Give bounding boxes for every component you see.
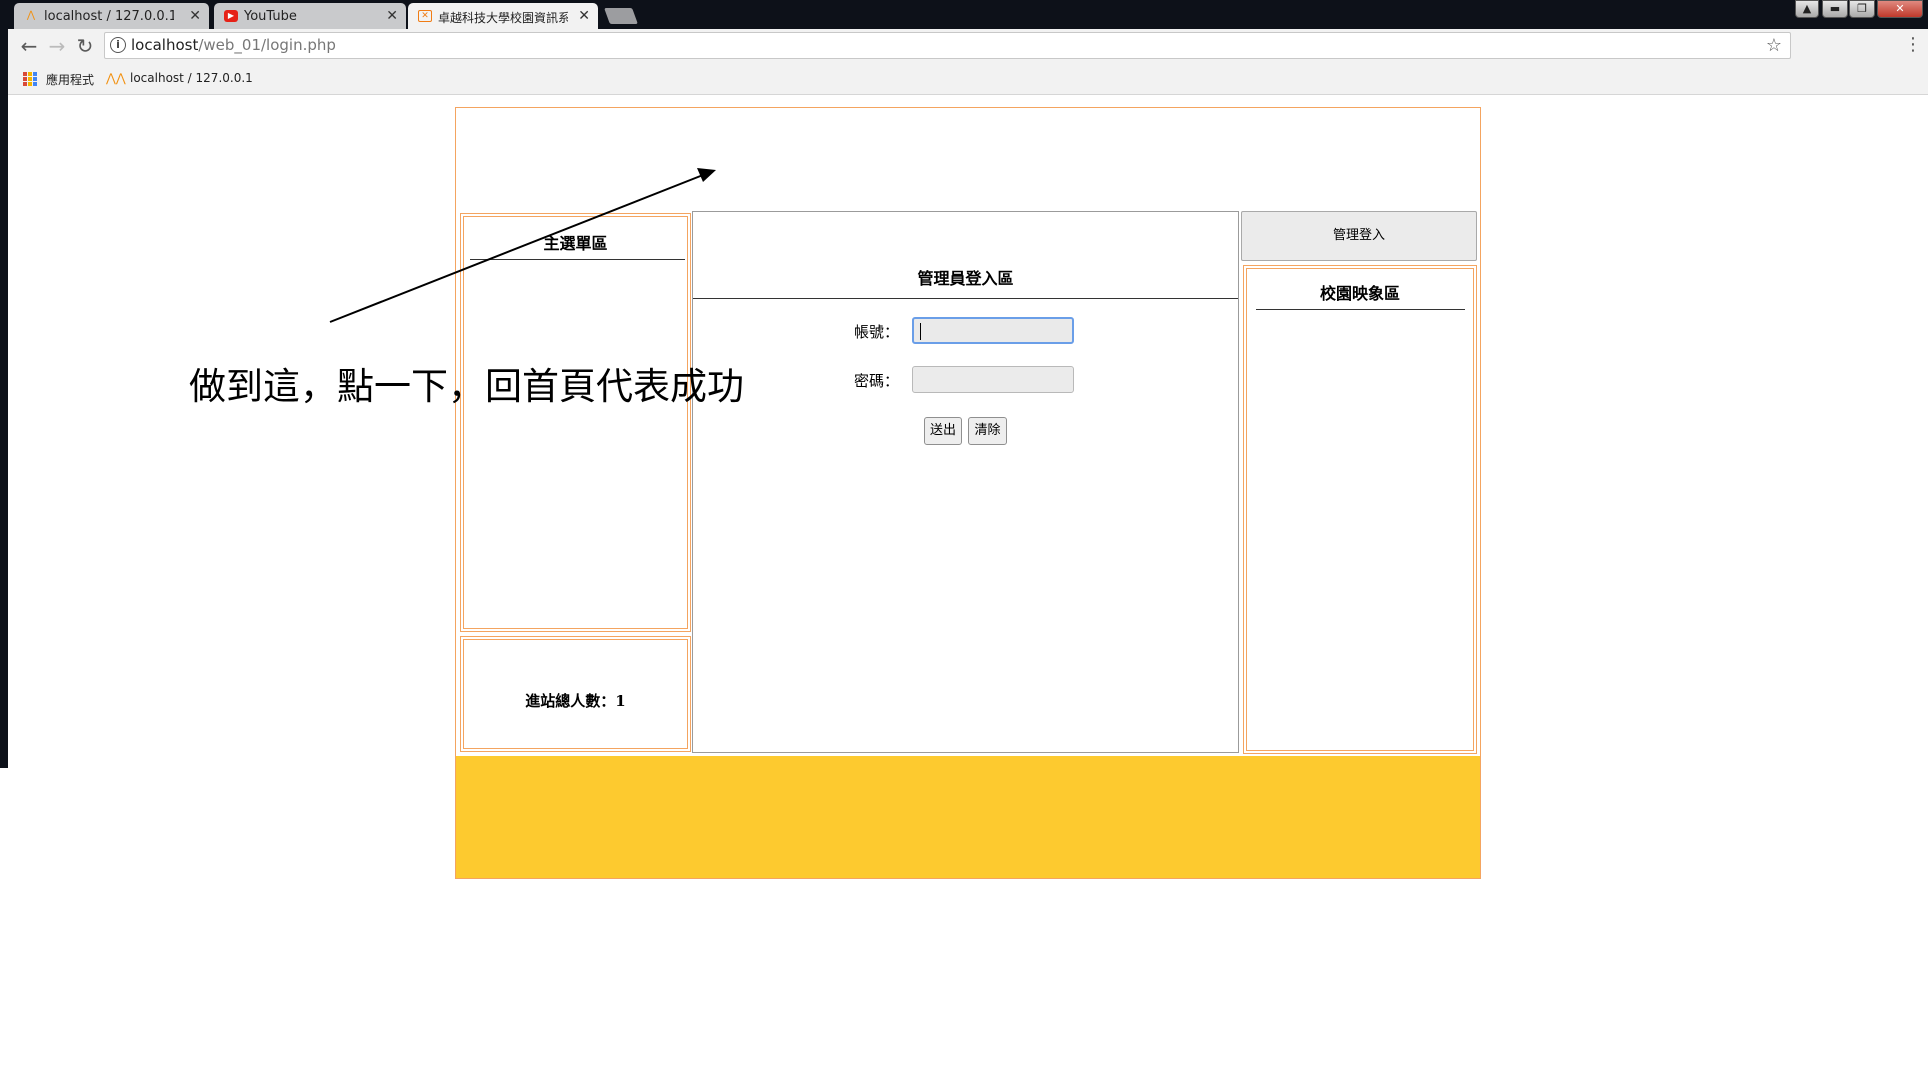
star-icon[interactable]: ☆ — [1766, 35, 1782, 56]
tab-label: 卓越科技大學校園資訊系 — [438, 11, 568, 25]
campus-image-title: 校園映象區 — [1319, 284, 1400, 303]
xampp-icon: ✕ — [418, 10, 432, 22]
divider — [693, 298, 1238, 299]
password-label: 密碼： — [854, 372, 900, 390]
tab-youtube[interactable]: ▶ YouTube ✕ — [214, 3, 406, 29]
bookmark-localhost[interactable]: localhost / 127.0.0.1 — [130, 71, 253, 85]
site-container: 主選單區 進站總人數：1 管理員登入區 帳號： 密碼： 送出 清除 管理登入 校… — [455, 107, 1481, 879]
info-icon[interactable]: i — [110, 37, 126, 53]
divider — [1256, 309, 1465, 310]
tab-label: YouTube — [244, 9, 297, 24]
url-host: localhost — [131, 36, 199, 54]
new-tab-button[interactable] — [604, 8, 638, 24]
apps-icon[interactable] — [23, 72, 37, 86]
visitor-counter-area: 進站總人數：1 — [460, 636, 691, 752]
account-input[interactable] — [912, 317, 1074, 344]
visitor-counter: 進站總人數：1 — [525, 692, 626, 710]
password-input[interactable] — [912, 366, 1074, 393]
annotation-text: 做到這，點一下，回首頁代表成功 — [189, 365, 744, 408]
text-caret — [920, 323, 921, 340]
clear-button[interactable]: 清除 — [968, 417, 1007, 445]
campus-image-area: 校園映象區 — [1243, 265, 1477, 754]
main-menu-title: 主選單區 — [543, 234, 608, 253]
divider — [470, 259, 685, 260]
menu-icon[interactable]: ⋮ — [1904, 34, 1922, 55]
minimize-icon[interactable]: ▬ — [1822, 0, 1848, 18]
phpmyadmin-icon: ⋀⋀ — [106, 71, 126, 85]
tab-current-page[interactable]: ✕ 卓越科技大學校園資訊系 ✕ — [408, 3, 598, 29]
main-menu-inner: 主選單區 — [463, 216, 688, 629]
site-header — [456, 108, 1480, 211]
url-path: /web_01/login.php — [198, 36, 336, 54]
submit-button[interactable]: 送出 — [924, 417, 962, 445]
close-icon[interactable]: ✕ — [578, 8, 590, 24]
profile-icon[interactable]: ▲ — [1795, 0, 1819, 18]
youtube-icon: ▶ — [224, 10, 238, 22]
account-label: 帳號： — [854, 323, 900, 341]
url-text: localhost/web_01/login.php — [131, 36, 336, 54]
close-icon[interactable]: ✕ — [189, 8, 201, 24]
admin-login-button[interactable]: 管理登入 — [1241, 211, 1477, 261]
login-title: 管理員登入區 — [917, 269, 1014, 288]
login-area: 管理員登入區 帳號： 密碼： 送出 清除 — [692, 211, 1239, 753]
phpmyadmin-icon: ⋀ — [26, 10, 36, 21]
desktop-edge — [0, 29, 8, 768]
site-footer — [456, 756, 1480, 878]
main-menu-area: 主選單區 — [460, 213, 691, 632]
bookmarks-bar: 應用程式 ⋀⋀ localhost / 127.0.0.1 — [8, 64, 1928, 95]
window-close-icon[interactable]: ✕ — [1877, 0, 1923, 18]
tab-label: localhost / 127.0.0.1 / d — [44, 9, 174, 24]
visitor-counter-inner: 進站總人數：1 — [463, 639, 688, 749]
bookmark-apps[interactable]: 應用程式 — [46, 71, 94, 88]
browser-titlebar: ⋀ localhost / 127.0.0.1 / d ✕ ▶ YouTube … — [0, 0, 1928, 29]
forward-icon[interactable]: → — [46, 35, 68, 57]
address-bar[interactable]: i localhost/web_01/login.php ☆ — [104, 32, 1791, 59]
back-icon[interactable]: ← — [18, 35, 40, 57]
campus-image-inner: 校園映象區 — [1246, 268, 1474, 751]
tab-phpmyadmin[interactable]: ⋀ localhost / 127.0.0.1 / d ✕ — [14, 3, 209, 29]
reload-icon[interactable]: ↻ — [74, 35, 96, 57]
browser-toolbar: ← → ↻ i localhost/web_01/login.php ☆ ⋮ — [8, 29, 1928, 64]
restore-icon[interactable]: ❐ — [1849, 0, 1875, 18]
close-icon[interactable]: ✕ — [386, 8, 398, 24]
